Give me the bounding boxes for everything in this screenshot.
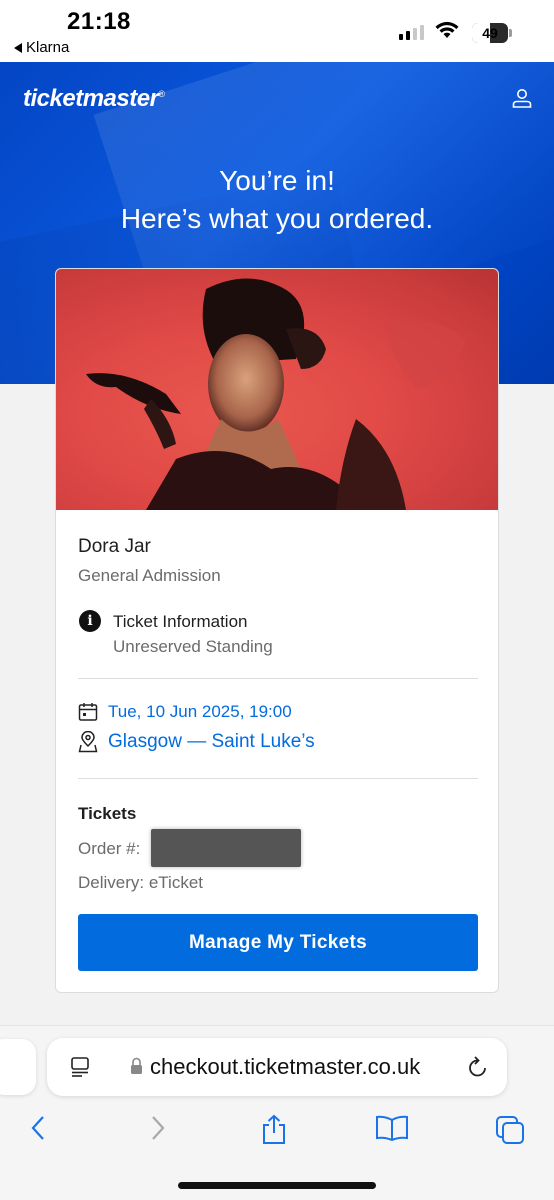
back-triangle-icon (14, 42, 22, 53)
battery-icon: 49 (472, 23, 508, 43)
ticketmaster-logo[interactable]: ticketmaster® (23, 85, 165, 113)
status-bar: 21:18 Klarna 49 (0, 0, 554, 62)
ticket-info-title: Ticket Information (113, 612, 248, 631)
ticket-info-subtitle: Unreserved Standing (113, 637, 273, 656)
confirmation-headline: You’re in! Here’s what you ordered. (0, 162, 554, 238)
divider (78, 778, 478, 779)
cellular-signal-icon (399, 25, 424, 40)
headline-line-1: You’re in! (219, 165, 335, 196)
order-number-redacted (151, 829, 301, 867)
delivery-method: Delivery: eTicket (78, 873, 204, 892)
back-to-app-link[interactable]: Klarna (14, 39, 69, 56)
bookmarks-icon[interactable] (374, 1114, 410, 1142)
tickets-heading: Tickets (78, 804, 137, 823)
info-icon: i (79, 610, 101, 632)
event-date-time: Tue, 10 Jun 2025, 19:00 (108, 702, 292, 721)
venue-row[interactable]: Glasgow — Saint Luke’s (78, 731, 315, 753)
event-image (56, 269, 498, 510)
event-date-row[interactable]: Tue, 10 Jun 2025, 19:00 (78, 702, 292, 722)
battery-cap (509, 29, 512, 37)
address-bar[interactable]: checkout.ticketmaster.co.uk (47, 1038, 507, 1096)
url-text: checkout.ticketmaster.co.uk (150, 1054, 421, 1079)
forward-arrow-icon[interactable] (148, 1114, 168, 1142)
venue-link[interactable]: Glasgow — Saint Luke’s (108, 731, 315, 753)
battery-percent: 49 (482, 25, 498, 41)
event-name: Dora Jar (78, 536, 151, 557)
safari-nav-toolbar (0, 1114, 554, 1154)
order-number-label: Order #: (78, 839, 141, 858)
divider (78, 678, 478, 679)
home-indicator (178, 1182, 376, 1189)
back-arrow-icon[interactable] (28, 1114, 48, 1142)
artist-photo (86, 278, 466, 510)
browser-toolbar: checkout.ticketmaster.co.uk (0, 1025, 554, 1200)
location-pin-icon (78, 731, 98, 753)
reload-icon[interactable] (467, 1055, 489, 1079)
wifi-icon (435, 21, 459, 38)
manage-tickets-button[interactable]: Manage My Tickets (78, 914, 478, 971)
headline-line-2: Here’s what you ordered. (120, 203, 434, 234)
previous-tab-preview[interactable] (0, 1039, 36, 1095)
user-icon[interactable] (510, 86, 534, 110)
logo-text: ticketmaster (23, 85, 159, 112)
status-time: 21:18 (67, 8, 131, 35)
reader-icon[interactable] (69, 1056, 91, 1078)
logo-mark: ® (158, 89, 165, 99)
calendar-icon (78, 703, 98, 721)
admission-type: General Admission (78, 566, 221, 585)
order-card: Dora Jar General Admission i Ticket Info… (55, 268, 499, 993)
lock-icon (131, 1057, 142, 1074)
share-icon[interactable] (260, 1114, 288, 1146)
back-app-label: Klarna (26, 39, 70, 56)
tabs-icon[interactable] (494, 1114, 526, 1146)
